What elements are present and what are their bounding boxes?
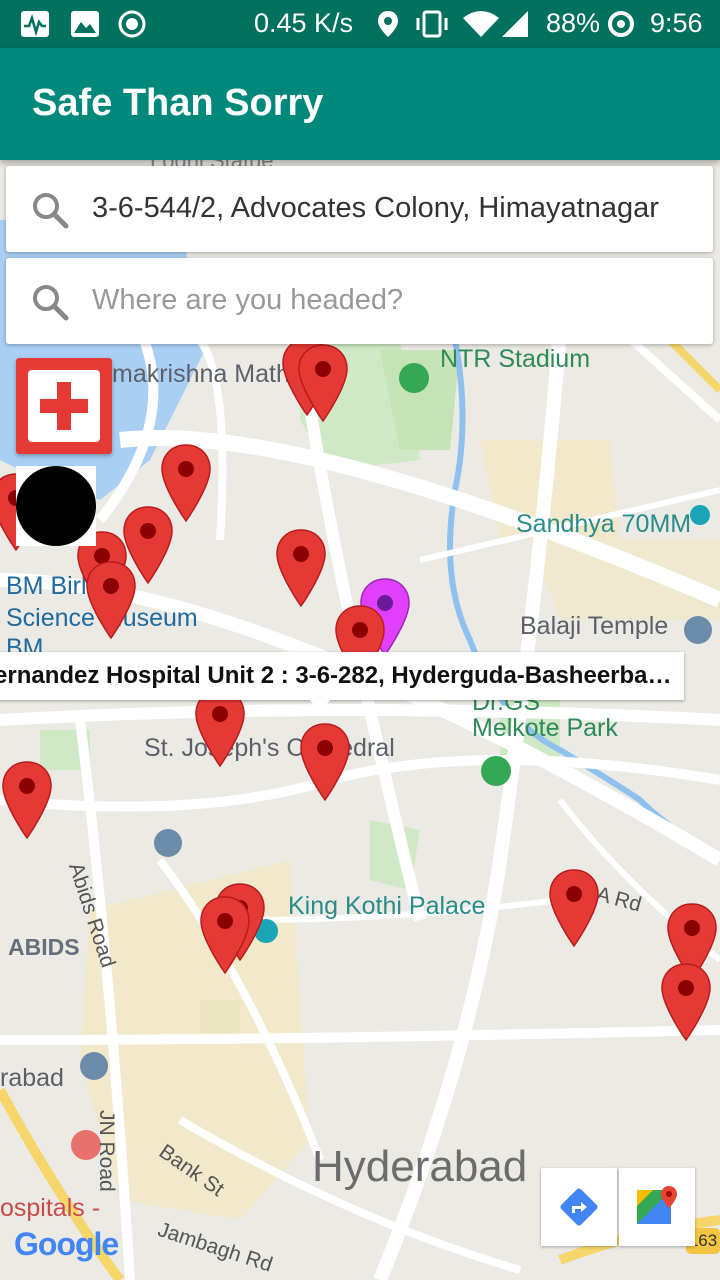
location-dot-icon — [16, 466, 96, 546]
record-icon — [118, 10, 146, 38]
map-toolbar — [541, 1168, 695, 1246]
hospital-button[interactable] — [16, 358, 112, 454]
map-label-abids: ABIDS — [8, 934, 80, 960]
map-label-sandhya-70mm: Sandhya 70MM — [516, 510, 692, 538]
hospital-marker[interactable] — [660, 962, 712, 1042]
search-icon — [33, 285, 69, 321]
hospital-marker[interactable] — [275, 528, 327, 608]
marker-info-window[interactable]: ernandez Hospital Unit 2 : 3-6-282, Hyde… — [0, 652, 684, 712]
network-speed: 0.45 K/s — [254, 8, 354, 38]
cross-bar-vertical — [57, 382, 71, 430]
map-label-st-josephs: St. Joseph's Cathedral — [144, 734, 395, 762]
info-window-text: ernandez Hospital Unit 2 : 3-6-282, Hyde… — [0, 662, 674, 689]
origin-search-box[interactable]: 3-6-544/2, Advocates Colony, Himayatnaga… — [6, 166, 713, 252]
map-label-ramakrishna-math: makrishna Math — [112, 360, 290, 388]
map-label-jn-road: JN Road — [95, 1110, 118, 1192]
google-attribution: Google — [14, 1226, 119, 1263]
open-google-maps-button[interactable] — [619, 1168, 695, 1246]
google-maps-icon — [637, 1186, 677, 1224]
map-label-king-kothi: King Kothi Palace — [288, 892, 486, 920]
location-icon — [378, 11, 398, 37]
vibrate-icon — [416, 10, 448, 38]
search-icon — [33, 193, 69, 229]
destination-search-box[interactable]: Where are you headed? — [6, 258, 713, 344]
map-label-hyderabad: Hyderabad — [312, 1142, 528, 1191]
map-label-balaji-temple: Balaji Temple — [520, 612, 669, 640]
sync-icon — [608, 11, 634, 37]
battery-level: 88% — [546, 8, 601, 38]
my-location-button[interactable] — [16, 466, 96, 546]
app-bar: Safe Than Sorry — [0, 48, 720, 160]
signal-icon — [502, 11, 528, 37]
image-icon — [71, 11, 99, 37]
hospital-marker[interactable] — [194, 688, 246, 768]
map-label-melkote-2: Melkote Park — [472, 714, 618, 742]
wifi-icon — [463, 11, 499, 37]
hospital-marker[interactable] — [85, 560, 137, 640]
hospital-marker[interactable] — [1, 760, 53, 840]
google-logo-text: Google — [14, 1226, 119, 1262]
status-bar: 0.45 K/s 88% 9:56 — [0, 0, 720, 48]
map-label-hospitals: ospitals - — [0, 1194, 101, 1222]
clock: 9:56 — [650, 8, 703, 38]
hospital-marker[interactable] — [299, 722, 351, 802]
origin-input[interactable]: 3-6-544/2, Advocates Colony, Himayatnaga… — [92, 192, 659, 225]
directions-icon — [560, 1188, 598, 1226]
map-label-bm-birla-1: BM Birl — [6, 572, 87, 600]
hospital-marker[interactable] — [548, 868, 600, 948]
info-window-pointer — [310, 700, 330, 712]
map-label-rabad: rabad — [0, 1064, 64, 1092]
hospital-marker[interactable] — [297, 343, 349, 423]
app-title: Safe Than Sorry — [32, 82, 324, 124]
hospital-marker[interactable] — [199, 895, 251, 975]
map-label-ntr-stadium: NTR Stadium — [440, 345, 591, 373]
destination-input[interactable]: Where are you headed? — [92, 284, 403, 317]
hospital-icon — [28, 370, 100, 442]
activity-icon — [21, 11, 49, 37]
directions-button[interactable] — [541, 1168, 617, 1246]
